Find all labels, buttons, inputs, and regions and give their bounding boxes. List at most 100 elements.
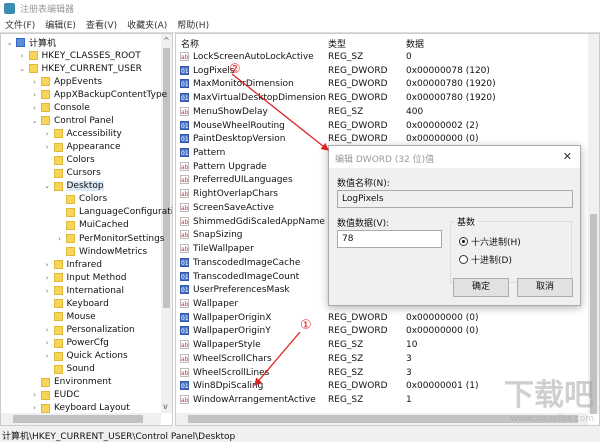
folder-icon — [28, 51, 38, 61]
chevron-right-icon[interactable]: › — [43, 274, 52, 282]
scroll-thumb[interactable] — [163, 48, 170, 308]
value-name: WallpaperStyle — [193, 340, 261, 351]
folder-icon — [66, 194, 75, 204]
tree-item-label: MuiCached — [79, 220, 129, 231]
tree-item-label: Sound — [66, 364, 95, 375]
tree-item[interactable]: ⌄ HKEY_CURRENT_USER — [18, 62, 142, 75]
menu-item[interactable]: 编辑(E) — [45, 18, 76, 31]
value-name: UserPreferencesMask — [193, 285, 290, 296]
tree-item[interactable]: Keyboard — [43, 297, 109, 310]
string-value-icon: ab — [180, 367, 189, 377]
menu-item[interactable]: 查看(V) — [86, 18, 117, 31]
menu-item[interactable]: 帮助(H) — [177, 18, 209, 31]
tree-item[interactable]: › PerMonitorSettings — [55, 232, 164, 245]
column-name[interactable]: 名称 — [181, 37, 199, 50]
scroll-up-icon[interactable]: ^ — [163, 36, 170, 45]
tree-item[interactable]: › Input Method — [43, 271, 127, 284]
value-type: REG_SZ — [328, 367, 364, 378]
tree-item[interactable]: ⌄ Control Panel — [30, 114, 114, 127]
tree-item[interactable]: Colors — [43, 154, 95, 167]
chevron-right-icon[interactable]: › — [43, 352, 52, 360]
chevron-right-icon[interactable]: › — [30, 391, 39, 399]
tree-item[interactable]: › Personalization — [43, 324, 135, 337]
tree-item[interactable]: › International — [43, 284, 124, 297]
value-row[interactable]: 01 WallpaperOriginY REG_DWORD 0x00000000 (0… — [176, 325, 588, 339]
chevron-right-icon[interactable]: › — [55, 235, 64, 243]
tree-item[interactable]: › PowerCfg — [43, 337, 109, 350]
chevron-right-icon[interactable]: › — [43, 326, 52, 334]
tree-item[interactable]: › Accessibility — [43, 127, 122, 140]
scroll-thumb[interactable] — [13, 415, 143, 423]
menu-item[interactable]: 收藏夹(A) — [127, 18, 167, 31]
chevron-right-icon[interactable]: › — [43, 339, 52, 347]
tree-item-label: 计算机 — [29, 39, 57, 49]
chevron-down-icon[interactable]: ⌄ — [18, 65, 27, 73]
chevron-down-icon[interactable]: ⌄ — [5, 39, 14, 47]
computer-icon — [16, 38, 25, 47]
tree-item[interactable]: › HKEY_CLASSES_ROOT — [18, 49, 141, 62]
scroll-down-icon[interactable]: v — [163, 402, 168, 411]
column-data[interactable]: 数据 — [406, 37, 424, 50]
tree-item-label: LanguageConfiguratio — [79, 207, 173, 218]
tree-item[interactable]: › AppEvents — [30, 75, 102, 88]
value-name: LockScreenAutoLockActive — [193, 52, 314, 62]
values-vertical-scrollbar[interactable] — [588, 34, 599, 414]
folder-icon — [53, 299, 63, 309]
value-row[interactable]: 01 MaxMonitorDimension REG_DWORD 0x00000780… — [176, 78, 588, 92]
tree-item[interactable]: › Infrared — [43, 258, 102, 271]
value-row[interactable]: 01 WallpaperOriginX REG_DWORD 0x00000000 (0… — [176, 312, 588, 326]
tree-item[interactable]: › EUDC — [30, 389, 79, 402]
tree-item[interactable]: ⌄ 计算机 — [5, 36, 56, 49]
chevron-right-icon[interactable]: › — [30, 78, 39, 86]
tree-item[interactable]: › AppXBackupContentType — [30, 88, 167, 101]
folder-icon — [66, 247, 75, 257]
chevron-right-icon[interactable]: › — [43, 261, 52, 269]
tree-item[interactable]: Environment — [30, 376, 111, 389]
menu-item[interactable]: 文件(F) — [5, 18, 35, 31]
value-row[interactable]: ab MenuShowDelay REG_SZ 400 — [176, 106, 588, 120]
chevron-right-icon[interactable]: › — [18, 52, 27, 60]
tree-item[interactable]: Cursors — [43, 167, 101, 180]
chevron-right-icon[interactable]: › — [43, 143, 52, 151]
tree-item[interactable]: Colors — [55, 193, 107, 206]
folder-icon — [53, 181, 63, 191]
chevron-right-icon[interactable]: › — [30, 404, 39, 412]
cancel-button[interactable]: 取消 — [517, 278, 573, 297]
folder-icon — [53, 364, 63, 374]
string-value-icon: ab — [180, 175, 189, 185]
tree-item[interactable]: MuiCached — [55, 219, 129, 232]
chevron-down-icon[interactable]: ⌄ — [43, 182, 52, 190]
dec-radio[interactable]: 十进制(D) — [459, 253, 512, 266]
hex-radio[interactable]: 十六进制(H) — [459, 235, 521, 248]
value-data-input[interactable]: 78 — [337, 230, 442, 248]
close-icon[interactable]: ✕ — [563, 150, 572, 163]
radio-icon — [459, 255, 468, 264]
chevron-right-icon[interactable]: › — [43, 130, 52, 138]
tree-item[interactable]: ⌄ Desktop — [43, 180, 104, 193]
value-name-field[interactable]: LogPixels — [337, 190, 573, 208]
menu-bar: 文件(F) 编辑(E) 查看(V) 收藏夹(A) 帮助(H) — [0, 16, 600, 33]
ok-button[interactable]: 确定 — [453, 278, 509, 297]
tree-item[interactable]: Sound — [43, 363, 95, 376]
chevron-right-icon[interactable]: › — [43, 287, 52, 295]
folder-icon — [53, 129, 63, 139]
value-row[interactable]: 01 MouseWheelRouting REG_DWORD 0x00000002 (… — [176, 120, 588, 134]
value-row[interactable]: ab WheelScrollChars REG_SZ 3 — [176, 353, 588, 367]
value-row[interactable]: 01 MaxVirtualDesktopDimension REG_DWORD 0x0… — [176, 92, 588, 106]
title-bar: 注册表编辑器 — [0, 0, 600, 16]
tree-item[interactable]: LanguageConfiguratio — [55, 206, 173, 219]
tree-item[interactable]: › Quick Actions — [43, 350, 128, 363]
tree-item[interactable]: › Appearance — [43, 141, 121, 154]
tree-item[interactable]: WindowMetrics — [55, 245, 147, 258]
folder-icon — [41, 390, 50, 400]
tree-item[interactable]: › Keyboard Layout — [30, 402, 130, 415]
tree-item[interactable]: › Console — [30, 101, 90, 114]
chevron-right-icon[interactable]: › — [30, 91, 39, 99]
binary-value-icon: 01 — [180, 120, 189, 130]
value-row[interactable]: ab WallpaperStyle REG_SZ 10 — [176, 339, 588, 353]
chevron-right-icon[interactable]: › — [30, 104, 39, 112]
tree-item[interactable]: Mouse — [43, 310, 96, 323]
tree-item-label: Input Method — [66, 272, 127, 283]
chevron-down-icon[interactable]: ⌄ — [30, 117, 39, 125]
column-type[interactable]: 类型 — [328, 37, 346, 50]
